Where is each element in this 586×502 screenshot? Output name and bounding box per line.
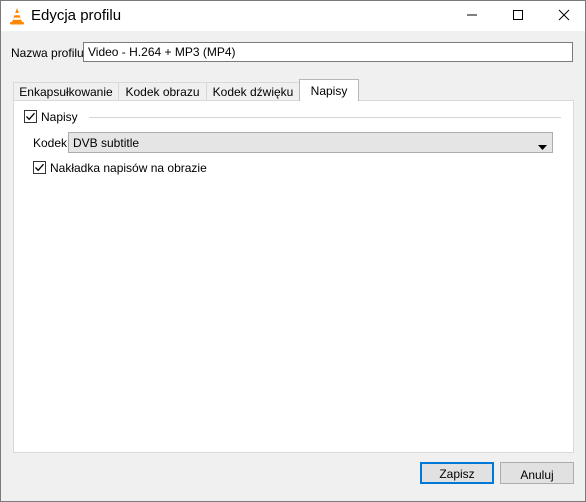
codec-label: Kodek [33,136,68,150]
tab-audio-codec[interactable]: Kodek dźwięku [206,82,300,100]
tab-video-codec[interactable]: Kodek obrazu [118,82,207,100]
codec-select[interactable]: DVB subtitle [68,132,553,153]
subtitle-overlay-checkbox[interactable] [33,161,46,174]
save-button[interactable]: Zapisz [420,462,494,484]
title-bar[interactable]: Edycja profilu [1,1,585,31]
checkmark-icon [35,163,44,172]
subtitles-enable-label[interactable]: Napisy [41,110,78,124]
tab-subtitles[interactable]: Napisy [299,79,359,101]
subtitles-enable-checkbox[interactable] [24,110,37,123]
checkmark-icon [26,112,35,121]
group-divider [89,117,561,118]
cancel-button[interactable]: Anuluj [500,462,574,484]
chevron-down-icon [538,140,547,154]
minimize-button[interactable] [449,1,495,31]
vlc-cone-icon [9,7,25,25]
profile-name-input[interactable] [83,42,573,62]
close-icon [558,9,570,24]
maximize-icon [512,9,524,24]
close-button[interactable] [541,1,586,31]
minimize-icon [466,9,478,24]
tab-encapsulation[interactable]: Enkapsułkowanie [13,82,119,100]
profile-name-label: Nazwa profilu [11,46,84,60]
subtitle-overlay-label[interactable]: Nakładka napisów na obrazie [50,161,207,175]
window-title: Edycja profilu [31,7,122,24]
maximize-button[interactable] [495,1,541,31]
profile-edit-dialog: Edycja profilu Nazwa profilu Enkapsułkow… [0,0,586,502]
codec-select-value: DVB subtitle [73,136,140,150]
